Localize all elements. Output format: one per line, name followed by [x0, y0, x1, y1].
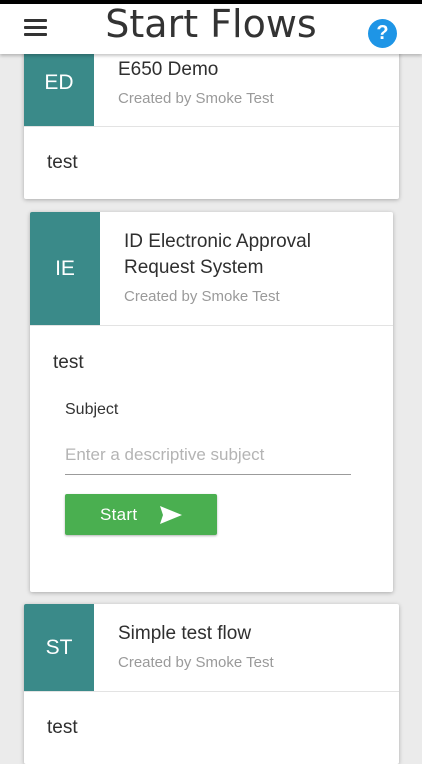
flow-description: test [47, 152, 78, 173]
subject-label: Subject [65, 401, 119, 418]
subject-input[interactable] [65, 436, 351, 475]
send-icon [160, 506, 182, 524]
flow-title: E650 Demo [118, 59, 219, 80]
start-button-label: Start [100, 505, 138, 524]
flow-avatar: IE [30, 212, 100, 325]
flow-card-id-electronic-approval[interactable]: IE ID Electronic Approval Request System… [30, 212, 393, 592]
flow-created-by: Created by Smoke Test [124, 288, 280, 305]
flow-avatar: ST [24, 604, 94, 691]
flow-created-by: Created by Smoke Test [118, 90, 274, 107]
flow-card-e650-demo[interactable]: ED E650 Demo Created by Smoke Test test [24, 40, 399, 199]
flow-card-header: IE ID Electronic Approval Request System… [30, 212, 393, 326]
flow-card-simple-test-flow[interactable]: ST Simple test flow Created by Smoke Tes… [24, 604, 399, 764]
page-title: Start Flows [105, 2, 317, 46]
flow-description: test [47, 717, 78, 738]
app-header: Start Flows ? [0, 2, 422, 54]
flow-description: test [53, 352, 84, 373]
start-button[interactable]: Start [65, 494, 217, 535]
flow-card-header: ST Simple test flow Created by Smoke Tes… [24, 604, 399, 692]
flow-created-by: Created by Smoke Test [118, 654, 274, 671]
help-icon[interactable]: ? [368, 19, 397, 48]
flow-title: Simple test flow [118, 623, 252, 644]
flow-title: ID Electronic Approval Request System [124, 231, 311, 278]
